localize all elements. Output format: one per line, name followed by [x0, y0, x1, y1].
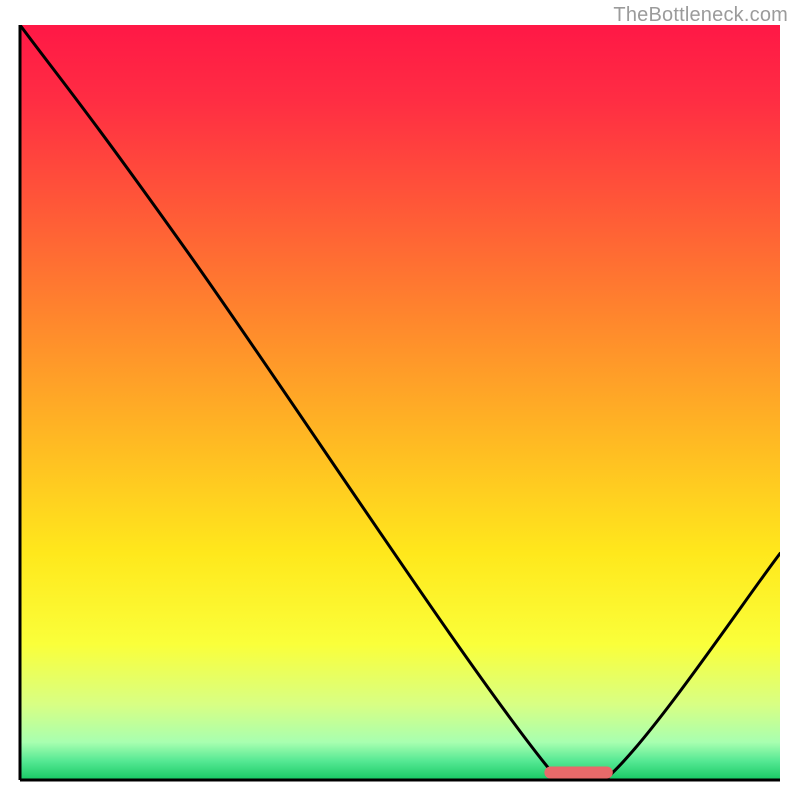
- bottleneck-chart: TheBottleneck.com: [0, 0, 800, 800]
- optimal-marker: [544, 766, 612, 778]
- watermark-text: TheBottleneck.com: [613, 4, 788, 27]
- chart-svg: [0, 0, 800, 800]
- gradient-background: [20, 25, 780, 780]
